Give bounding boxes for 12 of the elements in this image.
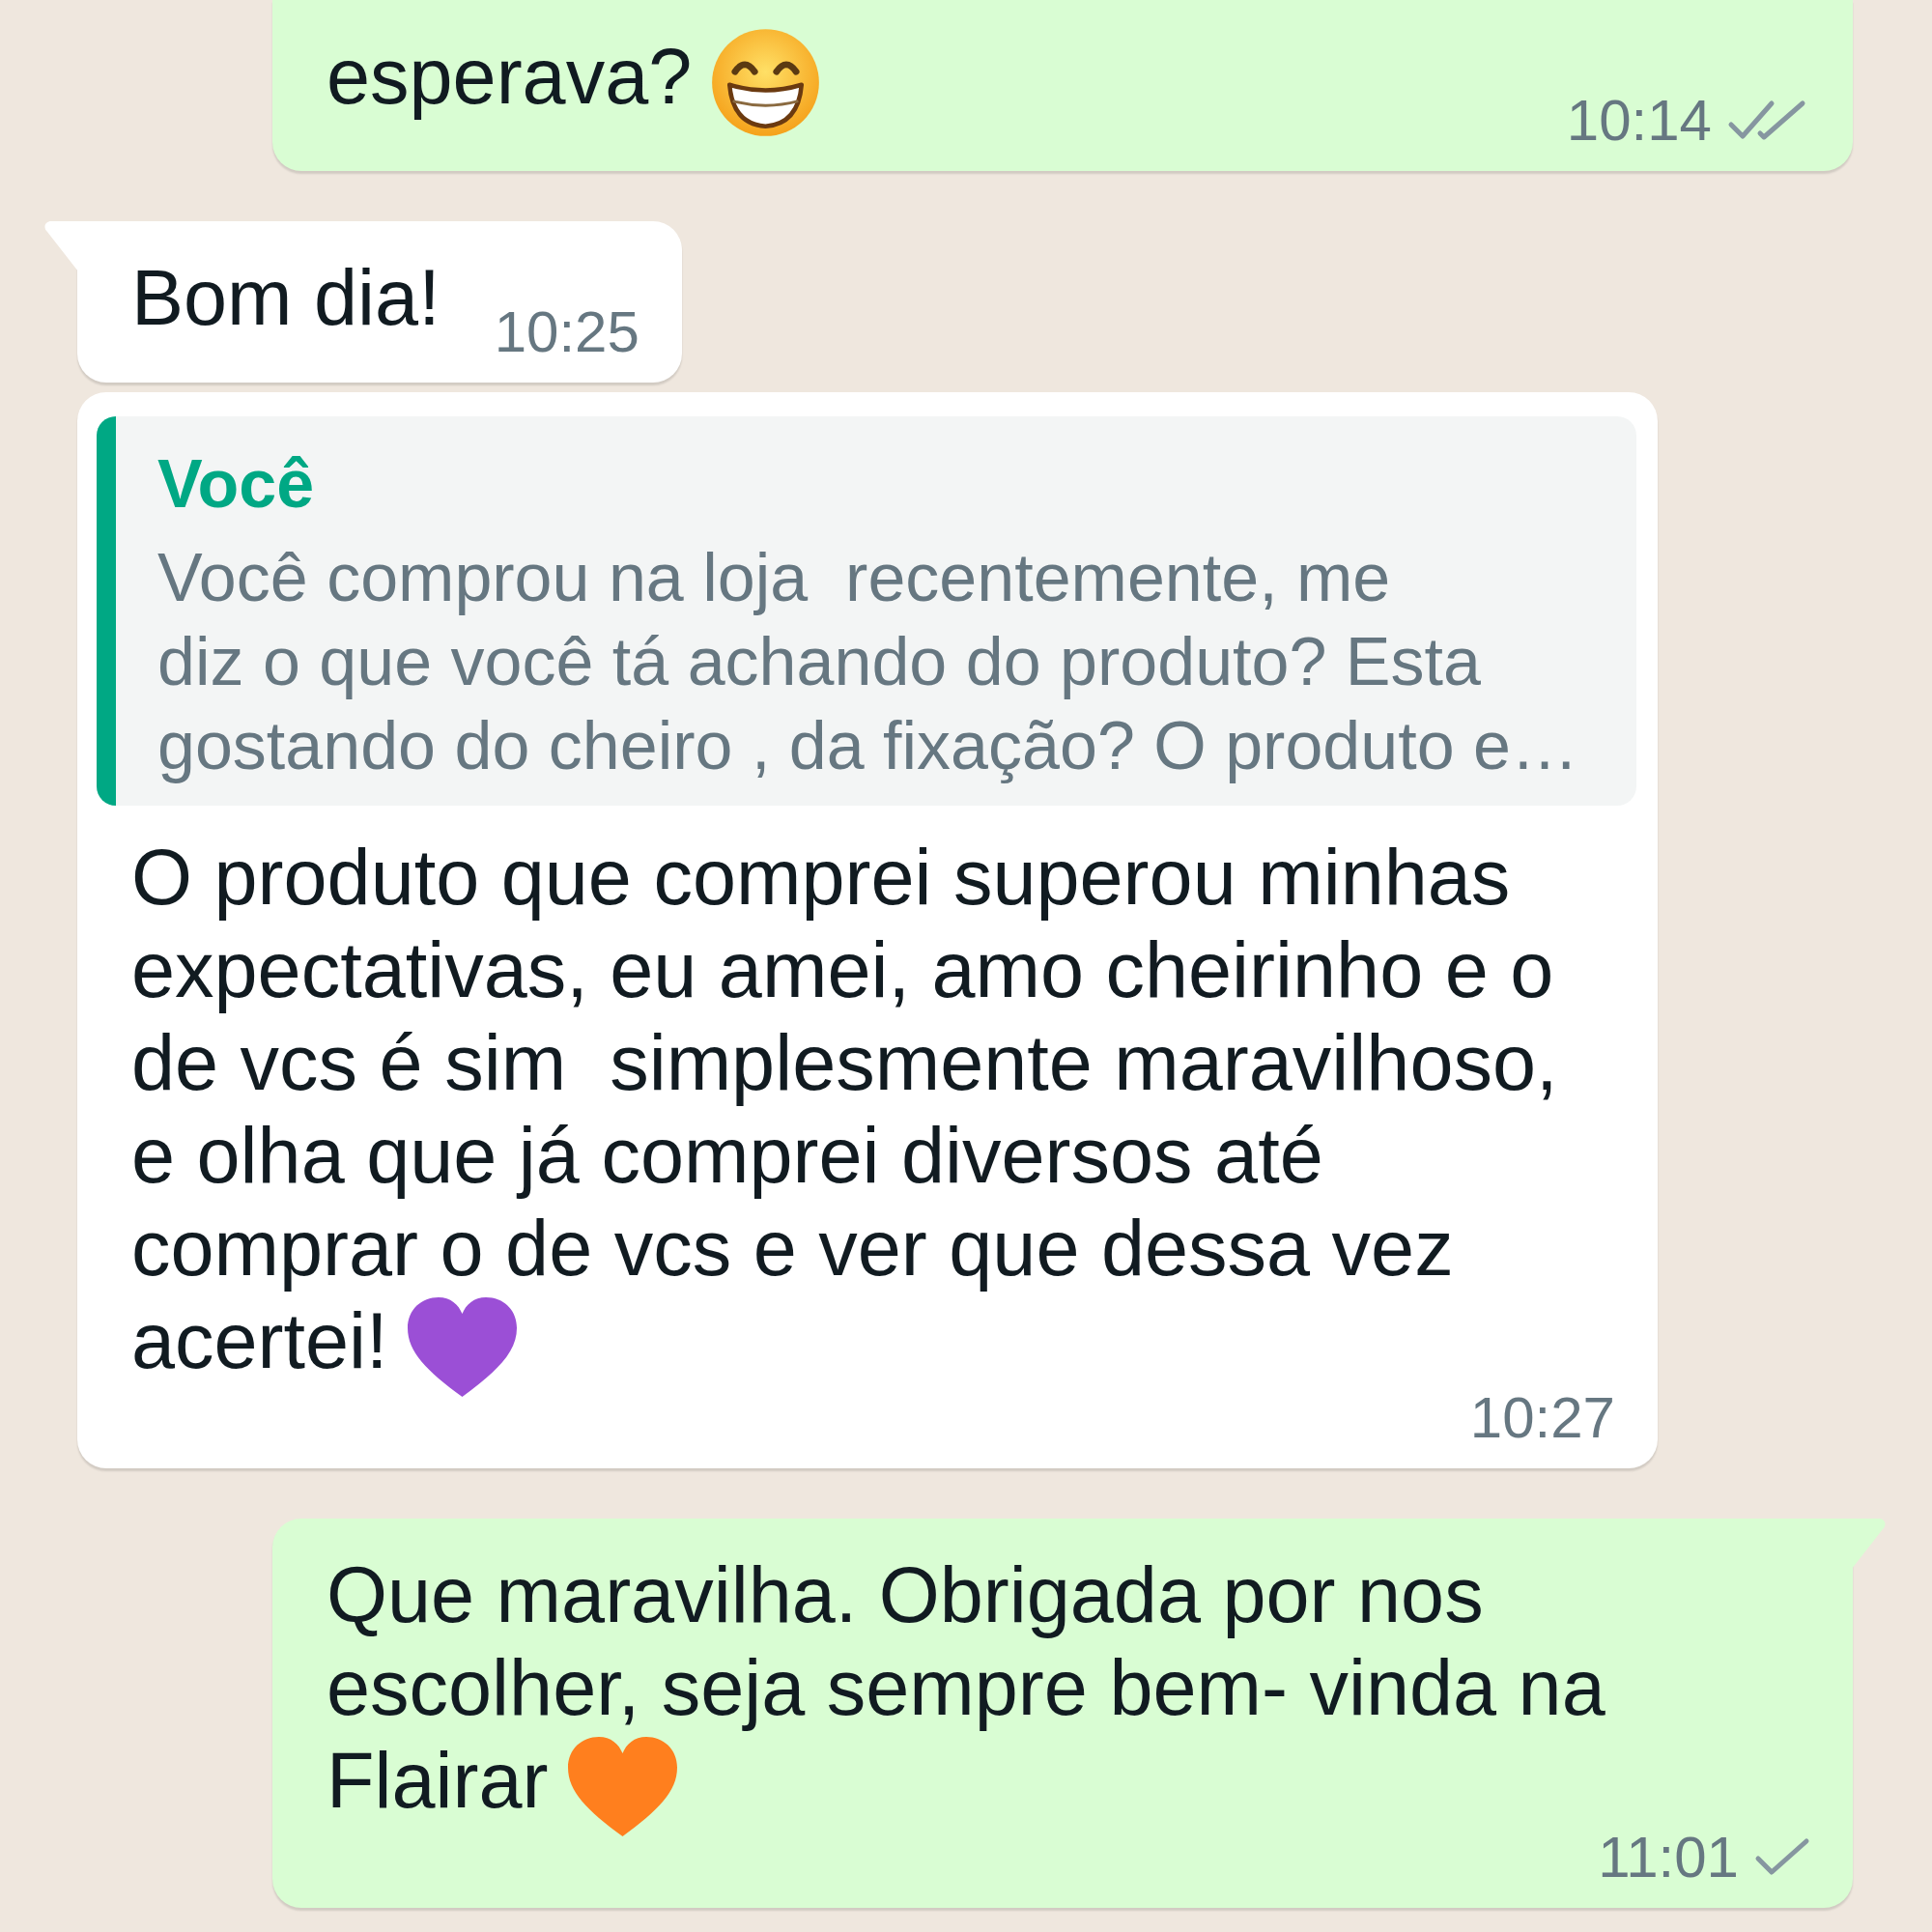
- message-time: 11:01: [1598, 1827, 1739, 1889]
- message-text: esperava?: [327, 33, 693, 120]
- message-text: Bom dia!: [131, 254, 440, 342]
- grinning-face-icon: [711, 28, 821, 138]
- message-time: 10:14: [1566, 90, 1712, 153]
- message-time: 10:25: [494, 301, 639, 364]
- quote-text: Você comprou na loja recentemente, me diz o que você tá achando do produto? Esta gostando do cheiro , da fixação? O produto e…: [157, 539, 1578, 786]
- message-text: Que maravilha. Obrigada por nos escolher, seja sempre bem- vinda na Flairar: [327, 1551, 1605, 1825]
- quoted-message[interactable]: Você Você comprou na loja recentemente, me diz o que você tá achando do produto? Esta gostando do cheiro , da fixação? O produto e…: [97, 416, 1636, 807]
- message-time: 10:27: [1469, 1387, 1615, 1450]
- message-text: O produto que comprei superou minhas expectativas, eu amei, amo cheirinho e o de vcs é sim simplesmente maravilhoso, e olha que já comprei diversos até comprar o de vcs e ver que dessa vez acertei!: [131, 834, 1558, 1385]
- quote-author: Você: [157, 445, 316, 525]
